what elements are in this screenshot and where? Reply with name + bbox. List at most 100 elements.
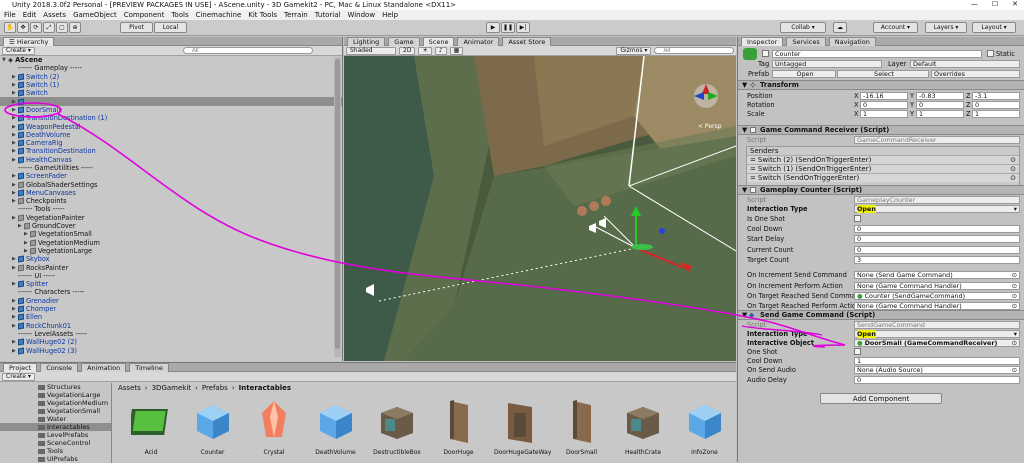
asset-acid[interactable]: Acid: [125, 397, 177, 456]
counter-field[interactable]: None (Send Game Command) ⊙: [854, 271, 1020, 280]
tab-hierarchy[interactable]: ☰ Hierarchy: [3, 36, 55, 46]
send-command-header[interactable]: ▼ ◆ Send Game Command (Script): [738, 310, 1024, 320]
hierarchy-item[interactable]: ------ Gameplay -----: [0, 64, 342, 72]
foldout-arrow-icon[interactable]: ▼: [742, 126, 747, 134]
breadcrumb-item[interactable]: Interactables: [239, 384, 291, 392]
drag-handle-icon[interactable]: =: [750, 156, 756, 164]
hierarchy-item[interactable]: ▶ WallHuge02 (3): [0, 346, 342, 355]
tab-animator[interactable]: Animator: [457, 37, 500, 46]
sender-item[interactable]: = Switch (2) (SendOnTriggerEnter) ⊙: [747, 155, 1019, 164]
static-checkbox[interactable]: [987, 50, 994, 57]
tab-console[interactable]: Console: [40, 362, 79, 372]
create-button[interactable]: Create ▾: [2, 46, 35, 55]
tab-animation[interactable]: Animation: [81, 362, 127, 372]
object-picker-icon[interactable]: ⊙: [1010, 156, 1016, 164]
menu-item-edit[interactable]: Edit: [23, 11, 37, 19]
pivot-button[interactable]: Pivot: [120, 22, 153, 33]
hierarchy-item[interactable]: ▶ Ellen: [0, 313, 342, 321]
hierarchy-item[interactable]: ▶ VegetationPainter: [0, 214, 342, 222]
tab-timeline[interactable]: Timeline: [129, 362, 169, 372]
hierarchy-item[interactable]: ▶ RockChunk01: [0, 322, 342, 330]
hierarchy-item[interactable]: ▶ GroundCover: [0, 222, 342, 230]
counter-field[interactable]: None (Game Command Handler) ⊙: [854, 281, 1020, 290]
menu-item-tutorial[interactable]: Tutorial: [315, 11, 341, 19]
hierarchy-item[interactable]: ▶ Chomper: [0, 305, 342, 313]
maximize-icon[interactable]: ☐: [992, 0, 998, 10]
counter-header[interactable]: ▼ Gameplay Counter (Script): [738, 185, 1024, 195]
counter-field[interactable]: 0: [854, 235, 1020, 244]
tab-scene[interactable]: Scene: [422, 37, 455, 46]
hierarchy-item[interactable]: ▶ VegetationSmall: [0, 230, 342, 238]
active-checkbox[interactable]: [762, 50, 769, 57]
folder-item[interactable]: LevelPrefabs: [0, 431, 111, 439]
position-z-field[interactable]: -3.1: [972, 91, 1020, 100]
prefab-select-button[interactable]: Select: [837, 69, 929, 78]
foldout-arrow-icon[interactable]: ▼: [742, 81, 747, 89]
rotate-tool-icon[interactable]: ⟳: [30, 22, 42, 33]
drag-handle-icon[interactable]: =: [750, 165, 756, 173]
tag-dropdown[interactable]: Untagged: [772, 59, 882, 68]
folder-item[interactable]: Interactables: [0, 423, 111, 431]
layers-dropdown[interactable]: Layers ▾: [925, 22, 967, 33]
object-picker-icon[interactable]: ⊙: [1012, 271, 1017, 279]
foldout-arrow-icon[interactable]: ▼: [742, 186, 747, 194]
prefab-open-button[interactable]: Open: [772, 69, 836, 78]
drag-handle-icon[interactable]: =: [750, 174, 756, 182]
hand-tool-icon[interactable]: ✋: [4, 22, 16, 33]
menu-item-file[interactable]: File: [4, 11, 16, 19]
hierarchy-item[interactable]: ------ Tools -----: [0, 205, 342, 213]
hierarchy-item[interactable]: ▶ Skybox: [0, 255, 342, 263]
counter-field[interactable]: ● Counter (SendGameCommand) ⊙: [854, 291, 1020, 300]
scale-x-field[interactable]: 1: [860, 109, 908, 118]
scene-root[interactable]: ▼ ◈ AScene: [0, 56, 342, 64]
audio-toggle-icon[interactable]: ♪: [434, 46, 447, 55]
breadcrumb-item[interactable]: 3DGamekit: [152, 384, 191, 392]
minimize-icon[interactable]: —: [971, 0, 978, 10]
add-component-button[interactable]: Add Component: [820, 393, 942, 404]
asset-deathvolume[interactable]: DeathVolume: [310, 397, 362, 456]
folder-item[interactable]: SceneControl: [0, 439, 111, 447]
folder-item[interactable]: Structures: [0, 383, 111, 391]
folder-item[interactable]: VegetationMedium: [0, 399, 111, 407]
scene-view-panel[interactable]: Lighting Game Scene Animator Asset Store Sha…: [344, 37, 736, 361]
asset-counter[interactable]: Counter: [187, 397, 239, 456]
counter-checkbox[interactable]: [854, 215, 861, 223]
position-y-field[interactable]: -0.83: [916, 91, 964, 100]
project-create-button[interactable]: Create ▾: [2, 372, 35, 381]
hierarchy-item[interactable]: ▶ GlobalShaderSettings: [0, 180, 342, 189]
prefab-overrides-dropdown[interactable]: Overrides: [931, 69, 1020, 78]
tab-inspector[interactable]: Inspector: [741, 36, 784, 46]
tab-asset-store[interactable]: Asset Store: [502, 37, 552, 46]
scene-viewport[interactable]: < Persp: [344, 56, 736, 361]
tab-game[interactable]: Game: [388, 37, 420, 46]
menu-item-terrain[interactable]: Terrain: [284, 11, 308, 19]
menu-item-window[interactable]: Window: [347, 11, 375, 19]
hierarchy-item[interactable]: ▶ TransitionDestination: [0, 147, 342, 155]
gizmos-dropdown[interactable]: Gizmos ▾: [616, 46, 652, 55]
scale-tool-icon[interactable]: ⤢: [43, 22, 55, 33]
breadcrumb-item[interactable]: Assets: [118, 384, 141, 392]
object-picker-icon[interactable]: ⊙: [1012, 292, 1017, 300]
receiver-header[interactable]: ▼ Game Command Receiver (Script): [738, 125, 1024, 135]
hierarchy-item[interactable]: ▶ Switch: [0, 89, 342, 97]
hierarchy-item[interactable]: ▶ RocksPainter: [0, 263, 342, 272]
scale-z-field[interactable]: 1: [972, 109, 1020, 118]
menu-item-assets[interactable]: Assets: [43, 11, 66, 19]
asset-doorsmall[interactable]: DoorSmall: [556, 397, 608, 456]
tab-project[interactable]: Project: [3, 362, 38, 372]
rotation-y-field[interactable]: 0: [916, 100, 964, 109]
hierarchy-item[interactable]: ------ UI -----: [0, 272, 342, 280]
hierarchy-item[interactable]: ------ GameUtilities -----: [0, 164, 342, 172]
object-picker-icon[interactable]: ⊙: [1012, 282, 1017, 290]
counter-field[interactable]: None (Game Command Handler) ⊙: [854, 302, 1020, 311]
object-picker-icon[interactable]: ⊙: [1012, 302, 1017, 310]
layer-dropdown[interactable]: Default: [910, 59, 1020, 68]
asset-infozone[interactable]: InfoZone: [679, 397, 731, 456]
transform-header[interactable]: ▼ ⊹ Transform: [738, 80, 1024, 90]
scale-y-field[interactable]: 1: [916, 109, 964, 118]
asset-destructiblebox[interactable]: DestructibleBox: [371, 397, 423, 456]
hierarchy-item[interactable]: ▶ Checkpoints: [0, 197, 342, 205]
scrollbar-thumb[interactable]: [335, 59, 340, 349]
hierarchy-item[interactable]: ▶ Spitter: [0, 280, 342, 288]
layout-dropdown[interactable]: Layout ▾: [972, 22, 1016, 33]
